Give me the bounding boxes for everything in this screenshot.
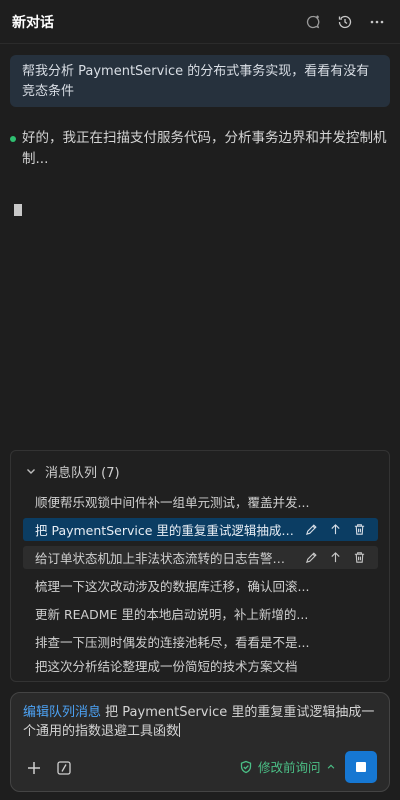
- queue-item[interactable]: 给订单状态机加上非法状态流转的日志告警，方...: [23, 546, 378, 569]
- queue-item-text: 给订单状态机加上非法状态流转的日志告警，方...: [35, 551, 296, 566]
- chevron-down-icon: [27, 469, 35, 474]
- page-title: 新对话: [12, 14, 54, 31]
- history-icon: [338, 15, 352, 28]
- new-chat-button[interactable]: [302, 11, 324, 33]
- queue-item[interactable]: 把这次分析结论整理成一份简短的技术方案文档: [23, 654, 378, 677]
- queue-item[interactable]: 更新 README 里的本地启动说明，补上新增的...: [23, 602, 378, 625]
- text-caret: [179, 723, 181, 737]
- pencil-icon: [305, 552, 317, 563]
- composer-tools: [25, 759, 73, 777]
- arrow-up-icon: [330, 552, 340, 563]
- queue-item-text: 更新 README 里的本地启动说明，补上新增的...: [35, 607, 309, 622]
- edit-button[interactable]: [304, 523, 318, 537]
- queue-toggle[interactable]: 消息队列 (7): [11, 451, 389, 491]
- slash-command-icon: [57, 761, 71, 775]
- queue-item[interactable]: 排查一下压测时偶发的连接池耗尽，看看是不是...: [23, 630, 378, 653]
- shield-check-icon: [240, 760, 252, 773]
- queue-title: 消息队列 (7): [45, 465, 120, 481]
- chat-header: 新对话: [0, 0, 400, 44]
- queue-item[interactable]: 梳理一下这次改动涉及的数据库迁移，确认回滚...: [23, 574, 378, 597]
- header-actions: [302, 11, 388, 33]
- queue-item-text: 梳理一下这次改动涉及的数据库迁移，确认回滚...: [35, 579, 310, 594]
- queue-item-text: 把 PaymentService 里的重复重试逻辑抽成一个...: [35, 523, 296, 538]
- slash-command-button[interactable]: [55, 759, 73, 777]
- queue-item[interactable]: 顺便帮乐观锁中间件补一组单元测试，覆盖并发...: [23, 490, 378, 513]
- plus-icon: [28, 762, 40, 774]
- composer-input[interactable]: 编辑队列消息 把 PaymentService 里的重复重试逻辑抽成一个通用的指…: [23, 703, 379, 741]
- history-button[interactable]: [334, 11, 356, 33]
- queue-item-actions: [304, 551, 366, 565]
- permission-mode-toggle[interactable]: 修改前询问: [239, 757, 336, 776]
- more-icon: [370, 20, 384, 23]
- queue-item-selected[interactable]: 把 PaymentService 里的重复重试逻辑抽成一个...: [23, 518, 378, 541]
- delete-button[interactable]: [352, 523, 366, 537]
- delete-button[interactable]: [352, 551, 366, 565]
- permission-mode-label: 修改前询问: [258, 760, 321, 775]
- message-queue-panel: 消息队列 (7) 顺便帮乐观锁中间件补一组单元测试，覆盖并发... 把 Paym…: [10, 450, 390, 682]
- move-up-button[interactable]: [328, 523, 342, 537]
- queue-item-text: 把这次分析结论整理成一份简短的技术方案文档: [35, 659, 298, 674]
- more-button[interactable]: [366, 11, 388, 33]
- message-composer[interactable]: 编辑队列消息 把 PaymentService 里的重复重试逻辑抽成一个通用的指…: [10, 692, 390, 792]
- assistant-message: 好的，我正在扫描支付服务代码，分析事务边界和并发控制机制...: [10, 128, 390, 170]
- status-dot-icon: [10, 136, 16, 142]
- trash-icon: [354, 552, 364, 563]
- queue-item-actions: [304, 523, 366, 537]
- trash-icon: [354, 524, 364, 535]
- streaming-cursor: [14, 204, 22, 216]
- chevron-up-icon: [327, 764, 334, 769]
- new-chat-icon: [306, 15, 320, 28]
- pencil-icon: [305, 524, 317, 535]
- user-message: 帮我分析 PaymentService 的分布式事务实现，看看有没有竞态条件: [10, 55, 390, 107]
- assistant-status-text: 好的，我正在扫描支付服务代码，分析事务边界和并发控制机制...: [22, 130, 387, 167]
- add-attachment-button[interactable]: [25, 759, 43, 777]
- arrow-up-icon: [330, 524, 340, 535]
- edit-button[interactable]: [304, 551, 318, 565]
- stop-icon: [356, 762, 366, 772]
- move-up-button[interactable]: [328, 551, 342, 565]
- stop-button[interactable]: [345, 751, 377, 783]
- queue-item-text: 顺便帮乐观锁中间件补一组单元测试，覆盖并发...: [35, 495, 310, 510]
- queue-item-text: 排查一下压测时偶发的连接池耗尽，看看是不是...: [35, 635, 310, 650]
- edit-queue-label: 编辑队列消息: [23, 705, 102, 720]
